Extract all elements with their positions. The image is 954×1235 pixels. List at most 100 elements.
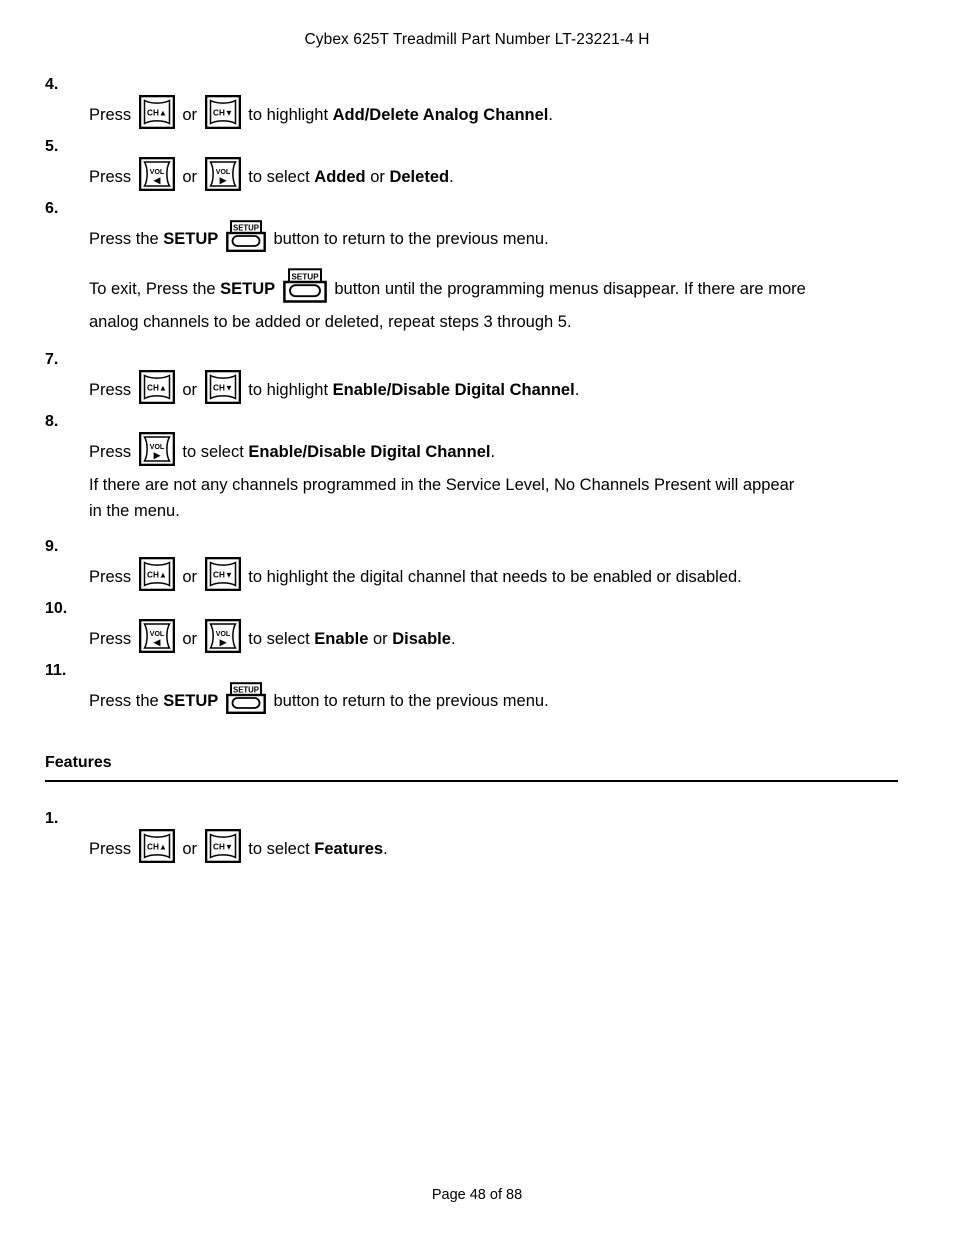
step-6-exit-paragraph-line2: analog channels to be added or deleted, … <box>45 309 900 335</box>
channel-down-button-icon[interactable]: CH▼ <box>204 369 241 404</box>
volume-down-button-icon[interactable]: VOL ◀ <box>138 618 175 653</box>
document-page: Cybex 625T Treadmill Part Number LT-2322… <box>0 0 954 1235</box>
features-press-label: Press <box>89 840 132 858</box>
step-10: 10. Press VOL ◀ or VOL ▶ to select Enabl… <box>45 598 900 659</box>
svg-text:CH▲: CH▲ <box>147 383 167 392</box>
step-8-press-label: Press <box>89 443 132 461</box>
exit-setup-word: SETUP <box>220 280 276 298</box>
step-4-tail-post: . <box>548 106 553 124</box>
channel-down-button-icon[interactable]: CH▼ <box>204 94 241 129</box>
step-6-press-label: Press the <box>89 230 159 248</box>
step-11: 11. Press the SETUP SETUP button to retu… <box>45 660 900 721</box>
step-8-tail-post: . <box>490 443 496 461</box>
step-8-note-line2: in the menu. <box>45 498 900 524</box>
exit-lead-text: To exit, Press the <box>89 280 216 298</box>
step-8: 8. Press VOL ▶ to select Enable/Disable … <box>45 411 900 524</box>
svg-text:CH▼: CH▼ <box>213 108 233 117</box>
step-8-number: 8. <box>45 413 59 430</box>
step-7-tail-bold: Enable/Disable Digital Channel <box>332 381 575 399</box>
channel-down-button-icon[interactable]: CH▼ <box>204 556 241 591</box>
step-11-press-label: Press the <box>89 692 159 710</box>
step-6-setup-word: SETUP <box>163 230 219 248</box>
step-7-tail-post: . <box>574 381 580 399</box>
step-6-exit-paragraph: To exit, Press the SETUP SETUP button un… <box>45 268 900 309</box>
step-9-tail-pre: to highlight the digital channel that ne… <box>248 568 742 586</box>
page-number-label: Page 48 of 88 <box>431 1187 523 1203</box>
step-5-number: 5. <box>45 138 59 155</box>
volume-down-button-icon[interactable]: VOL ◀ <box>138 156 175 191</box>
step-4-tail-bold: Add/Delete Analog Channel <box>332 106 549 124</box>
step-5-tail-bold-2: Deleted <box>389 168 450 186</box>
step-7-tail-pre: to highlight <box>248 381 333 399</box>
step-8-note-text-2: in the menu. <box>89 502 180 520</box>
step-10-tail-post: . <box>450 630 456 648</box>
step-5: 5. Press VOL ◀ or VOL ▶ to select Added … <box>45 136 900 197</box>
document-content: 4. Press CH▲ or CH▼ to highlight Add/Del… <box>45 74 900 870</box>
step-4-text: Press CH▲ or CH▼ to highlight Add/Delete… <box>45 94 900 135</box>
step-4: 4. Press CH▲ or CH▼ to highlight Add/Del… <box>45 74 900 135</box>
step-8-note-line1: If there are not any channels programmed… <box>45 472 900 498</box>
step-9-text: Press CH▲ or CH▼ to highlight the digita… <box>45 556 900 597</box>
step-6-tail: button to return to the previous menu. <box>273 230 549 248</box>
step-5-tail-mid: or <box>365 168 390 186</box>
features-step-1-number: 1. <box>45 810 59 827</box>
step-5-text: Press VOL ◀ or VOL ▶ to select Added or … <box>45 156 900 197</box>
features-step-1-text: Press CH▲ or CH▼ to select Features. <box>45 828 900 869</box>
svg-text:CH▲: CH▲ <box>147 570 167 579</box>
volume-up-button-icon[interactable]: VOL ▶ <box>204 618 241 653</box>
step-7: 7. Press CH▲ or CH▼ to highlight Enable/… <box>45 349 900 410</box>
volume-up-button-icon[interactable]: VOL ▶ <box>204 156 241 191</box>
channel-up-button-icon[interactable]: CH▲ <box>138 369 175 404</box>
step-7-text: Press CH▲ or CH▼ to highlight Enable/Dis… <box>45 369 900 410</box>
step-7-or-label: or <box>182 381 198 399</box>
step-9: 9. Press CH▲ or CH▼ to highlight the dig… <box>45 536 900 597</box>
features-or-label: or <box>182 840 198 858</box>
svg-text:SETUP: SETUP <box>291 273 319 282</box>
step-10-tail-bold-1: Enable <box>314 630 369 648</box>
svg-text:CH▼: CH▼ <box>213 383 233 392</box>
step-4-or-label: or <box>182 106 198 124</box>
setup-button-icon[interactable]: SETUP <box>282 268 327 303</box>
features-heading: Features <box>45 754 112 771</box>
step-10-or-label: or <box>182 630 198 648</box>
svg-text:SETUP: SETUP <box>233 685 259 694</box>
features-tail-post: . <box>383 840 388 858</box>
step-7-press-label: Press <box>89 381 132 399</box>
volume-up-button-icon[interactable]: VOL ▶ <box>138 431 175 466</box>
step-8-tail-bold: Enable/Disable Digital Channel <box>248 443 491 461</box>
setup-button-icon[interactable]: SETUP <box>226 681 266 714</box>
svg-text:CH▼: CH▼ <box>213 842 233 851</box>
channel-up-button-icon[interactable]: CH▲ <box>138 94 175 129</box>
svg-text:CH▲: CH▲ <box>147 108 167 117</box>
step-6: 6. Press the SETUP SETUP button to retur… <box>45 198 900 335</box>
step-5-tail-post: . <box>449 168 454 186</box>
step-4-number: 4. <box>45 76 59 93</box>
page-footer: Page 48 of 88 <box>0 1186 954 1204</box>
features-tail-pre: to select <box>248 840 315 858</box>
step-5-tail-bold-1: Added <box>314 168 366 186</box>
step-9-number: 9. <box>45 538 59 555</box>
step-11-number: 11. <box>45 662 67 679</box>
step-6-number: 6. <box>45 200 59 217</box>
features-section: Features 1. Press CH▲ or CH▼ to select F… <box>45 753 900 869</box>
exit-mid-text: button until the programming menus disap… <box>334 280 806 298</box>
page-header: Cybex 625T Treadmill Part Number LT-2322… <box>0 30 954 49</box>
step-10-tail-pre: to select <box>248 630 315 648</box>
step-11-setup-word: SETUP <box>163 692 219 710</box>
channel-down-button-icon[interactable]: CH▼ <box>204 828 241 863</box>
step-5-tail-pre: to select <box>248 168 315 186</box>
step-10-number: 10. <box>45 600 68 617</box>
channel-up-button-icon[interactable]: CH▲ <box>138 556 175 591</box>
features-tail-bold: Features <box>314 840 384 858</box>
page-header-title: Cybex 625T Treadmill Part Number LT-2322… <box>304 31 650 48</box>
setup-button-icon[interactable]: SETUP <box>226 219 266 252</box>
step-8-text: Press VOL ▶ to select Enable/Disable Dig… <box>45 431 900 472</box>
step-10-tail-mid: or <box>368 630 393 648</box>
channel-up-button-icon[interactable]: CH▲ <box>138 828 175 863</box>
step-4-press-label: Press <box>89 106 132 124</box>
step-10-text: Press VOL ◀ or VOL ▶ to select Enable or… <box>45 618 900 659</box>
step-10-tail-bold-2: Disable <box>392 630 451 648</box>
step-5-press-label: Press <box>89 168 132 186</box>
step-8-note-text-1: If there are not any channels programmed… <box>89 476 795 494</box>
step-9-or-label: or <box>182 568 198 586</box>
